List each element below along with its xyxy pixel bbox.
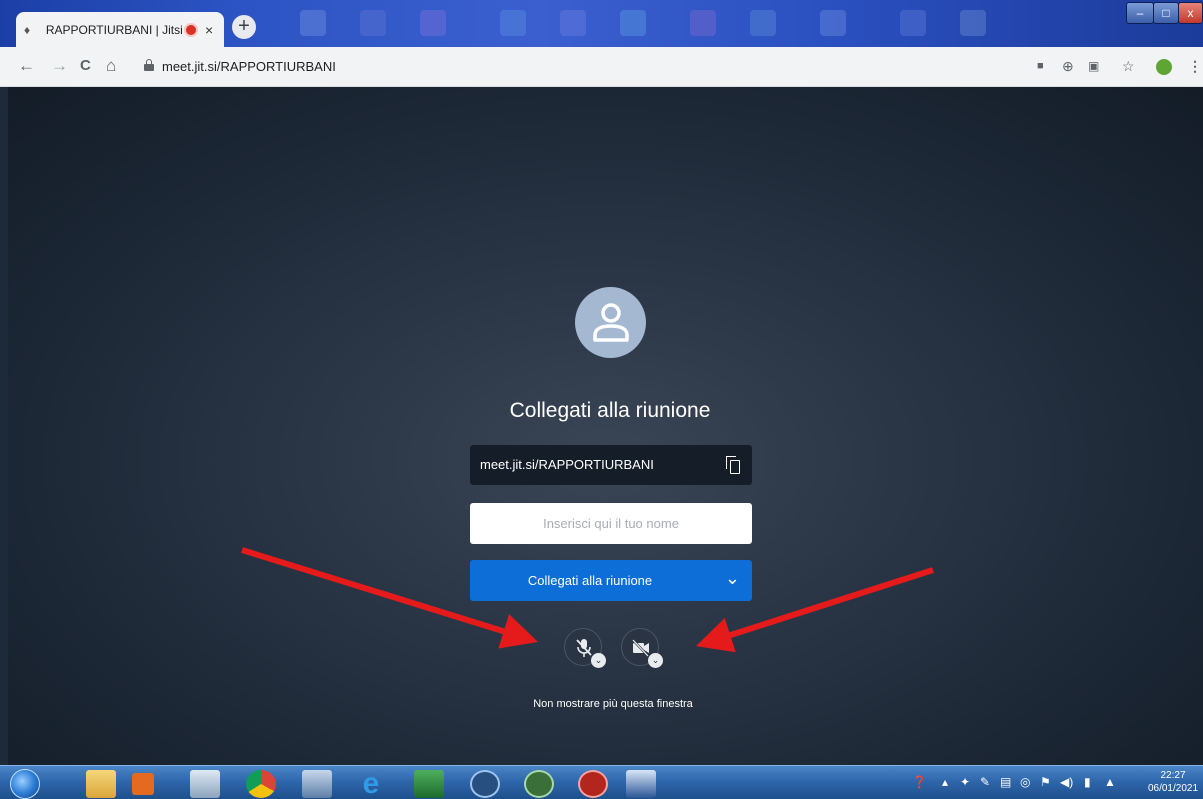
app-v-icon[interactable] [524, 770, 554, 798]
tray-app-icon[interactable]: ✦ [960, 775, 970, 789]
expand-tray-icon[interactable]: ▴ [942, 775, 948, 789]
paint-icon[interactable] [302, 770, 332, 798]
volume-icon[interactable]: ◀) [1060, 775, 1073, 789]
action-center-flag-icon[interactable]: ⚑ [1040, 775, 1051, 789]
network-icon[interactable]: ◎ [1020, 775, 1030, 789]
hp-icon[interactable] [190, 770, 220, 798]
excel-icon[interactable] [414, 770, 444, 798]
chrome-icon[interactable] [246, 770, 276, 798]
power-icon[interactable]: ▮ [1084, 775, 1091, 789]
ccleaner-icon[interactable] [470, 770, 500, 798]
start-button[interactable] [10, 769, 40, 799]
clock-time: 22:27 [1160, 770, 1186, 781]
annotation-arrow-left [241, 547, 539, 649]
clock-date: 06/01/2021 [1147, 783, 1199, 794]
tray-app-icon[interactable]: ✎ [980, 775, 990, 789]
annotation-arrows [241, 547, 934, 653]
word-icon[interactable] [626, 770, 656, 798]
annotation-arrow-right [696, 567, 934, 653]
signal-icon[interactable]: ▲ [1104, 775, 1116, 789]
taskbar-clock[interactable]: 22:27 06/01/2021 [1147, 769, 1199, 795]
tray-app-icon[interactable]: ▤ [1000, 775, 1011, 789]
internet-explorer-icon[interactable]: e [356, 769, 386, 799]
antivirus-icon[interactable] [578, 770, 608, 798]
help-icon[interactable]: ❓ [912, 775, 927, 789]
explorer-icon[interactable] [86, 770, 116, 798]
media-player-icon[interactable] [132, 773, 154, 795]
